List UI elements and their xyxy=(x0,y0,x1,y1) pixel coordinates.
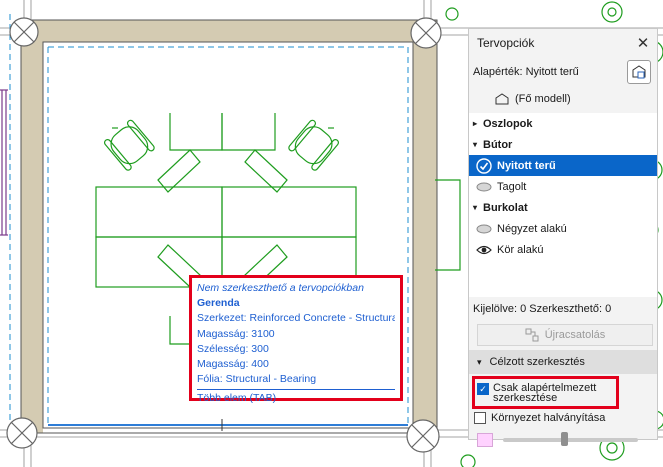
check-circle-icon xyxy=(475,157,493,174)
fade-slider-row xyxy=(477,431,652,449)
base-only-edit-checkbox[interactable]: ✓ xyxy=(477,383,489,395)
group-furniture[interactable]: ▾ Bútor xyxy=(469,134,657,155)
group-flooring[interactable]: ▾ Burkolat xyxy=(469,197,657,218)
eye-open-icon xyxy=(475,243,493,257)
group-label: Oszlopok xyxy=(483,117,533,130)
main-model-label: (Fő modell) xyxy=(515,93,571,105)
options-list: ▸ Oszlopok ▾ Bútor Nyitott terű Tagolt ▾ Bu… xyxy=(469,113,657,297)
panel-header: Tervopciók ✕ xyxy=(469,29,657,57)
group-label: Burkolat xyxy=(483,201,528,214)
house-icon xyxy=(495,93,509,105)
selection-status: Kijelölve: 0 Szerkeszthető: 0 xyxy=(473,303,612,315)
tooltip-structure: Szerkezet: Reinforced Concrete - Structu… xyxy=(197,312,395,325)
group-columns[interactable]: ▸ Oszlopok xyxy=(469,113,657,134)
option-label: Nyitott terű xyxy=(497,159,556,172)
option-round[interactable]: Kör alakú xyxy=(469,239,657,260)
element-info-tooltip: Nem szerkeszthető a tervopciókban Gerend… xyxy=(189,275,403,404)
option-label: Négyzet alakú xyxy=(497,222,567,235)
caret-down-icon: ▾ xyxy=(473,140,478,149)
base-only-edit-checkbox-row[interactable]: ✓ Csak alapértelmezett szerkesztése xyxy=(472,376,619,409)
targeted-edit-label: Célzott szerkesztés xyxy=(489,356,585,368)
tooltip-layer: Fólia: Structural - Bearing xyxy=(197,373,317,386)
base-only-edit-label: Csak alapértelmezett szerkesztése xyxy=(493,382,597,404)
tooltip-beam-height: Magasság: 400 xyxy=(197,358,269,371)
tooltip-not-editable: Nem szerkeszthető a tervopciókban xyxy=(197,282,364,294)
fade-environment-checkbox-row[interactable]: Környezet halványítása xyxy=(474,412,605,424)
base-option-label: Alapérték: Nyitott terű xyxy=(473,66,579,78)
fade-environment-label: Környezet halványítása xyxy=(491,412,606,424)
option-label: Tagolt xyxy=(497,180,527,193)
option-divided[interactable]: Tagolt xyxy=(469,176,657,197)
eye-closed-icon xyxy=(475,180,493,194)
panel-title: Tervopciók xyxy=(477,36,535,50)
building-settings-icon xyxy=(632,65,646,79)
fade-environment-checkbox[interactable] xyxy=(474,412,486,424)
main-model-row[interactable]: (Fő modell) xyxy=(469,87,657,111)
option-open-plan[interactable]: Nyitott terű xyxy=(469,155,657,176)
close-icon[interactable]: ✕ xyxy=(635,35,651,52)
tooltip-width: Szélesség: 300 xyxy=(197,342,269,355)
design-options-manager-button[interactable] xyxy=(627,60,651,84)
fade-slider-thumb[interactable] xyxy=(560,432,568,446)
caret-right-icon: ▸ xyxy=(473,119,478,128)
relink-icon xyxy=(525,328,539,342)
tooltip-height: Magasság: 3100 xyxy=(197,327,275,340)
stair-element xyxy=(0,89,8,236)
group-label: Bútor xyxy=(483,138,513,151)
design-options-panel: Tervopciók ✕ Alapérték: Nyitott terű (Fő… xyxy=(468,28,658,447)
caret-down-icon: ▾ xyxy=(473,203,478,212)
option-label: Kör alakú xyxy=(497,243,544,256)
option-square[interactable]: Négyzet alakú xyxy=(469,218,657,239)
relink-button[interactable]: Újracsatolás xyxy=(477,324,653,346)
tooltip-more-elements: Több elem (TAB) xyxy=(197,389,395,406)
relink-label: Újracsatolás xyxy=(544,329,606,341)
targeted-edit-section[interactable]: ▾ Célzott szerkesztés xyxy=(469,350,657,374)
fade-color-swatch[interactable] xyxy=(477,433,493,447)
fade-slider-track[interactable] xyxy=(503,432,638,446)
caret-down-icon: ▾ xyxy=(477,356,482,367)
base-option-row: Alapérték: Nyitott terű xyxy=(469,57,657,87)
eye-closed-icon xyxy=(475,222,493,236)
tooltip-element-type: Gerenda xyxy=(197,297,240,310)
